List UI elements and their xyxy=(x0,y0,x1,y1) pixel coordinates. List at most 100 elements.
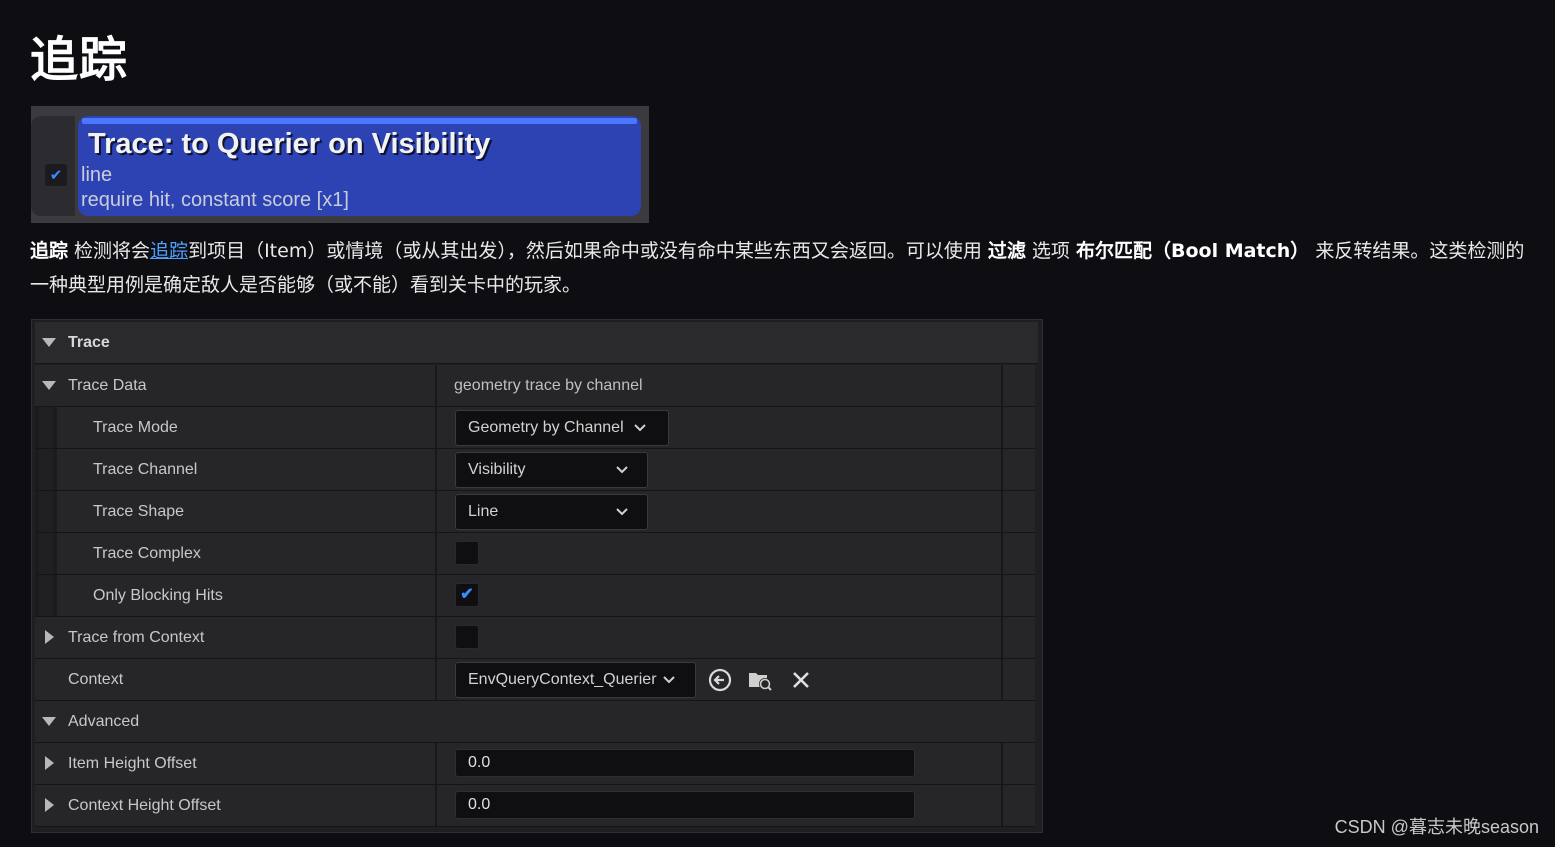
indent-guide-inner xyxy=(39,449,53,490)
expand-arrow-icon[interactable] xyxy=(45,756,54,770)
node-top-bar xyxy=(82,118,637,124)
page: 追踪 ✔ Trace: to Querier on Visibility lin… xyxy=(0,0,1555,847)
column-divider xyxy=(435,533,437,574)
row-trace-mode[interactable]: Trace Mode Geometry by Channel xyxy=(35,407,1035,449)
trace-from-context-label: Trace from Context xyxy=(68,629,205,646)
column-divider xyxy=(1001,617,1003,658)
row-trace-channel[interactable]: Trace Channel Visibility xyxy=(35,449,1035,491)
desc-link-trace[interactable]: 追踪 xyxy=(150,240,188,262)
desc-bold-boolmatch: 布尔匹配（Bool Match） xyxy=(1075,240,1310,262)
column-divider xyxy=(1001,785,1003,826)
column-divider xyxy=(435,659,437,700)
context-height-offset-value: 0.0 xyxy=(468,796,491,813)
desc-text-1: 检测将会 xyxy=(68,240,151,262)
trace-shape-label: Trace Shape xyxy=(93,503,185,520)
node-check-column: ✔ xyxy=(31,116,75,216)
chevron-down-icon xyxy=(616,508,628,516)
row-trace-data[interactable]: Trace Data geometry trace by channel xyxy=(35,365,1035,407)
trace-mode-dropdown[interactable]: Geometry by Channel xyxy=(455,410,669,446)
details-panel: Trace Trace Data geometry trace by chann… xyxy=(31,319,1043,833)
row-trace-complex[interactable]: Trace Complex xyxy=(35,533,1035,575)
trace-mode-label: Trace Mode xyxy=(93,419,178,436)
desc-text-3: 选项 xyxy=(1025,240,1076,262)
column-divider xyxy=(435,785,437,826)
row-only-blocking-hits[interactable]: Only Blocking Hits ✔ xyxy=(35,575,1035,617)
indent-guide-inner xyxy=(39,533,53,574)
folder-search-icon[interactable] xyxy=(747,667,773,693)
column-divider xyxy=(435,575,437,616)
chevron-down-icon xyxy=(616,466,628,474)
expand-arrow-icon[interactable] xyxy=(45,798,54,812)
indent-guide-inner xyxy=(39,491,53,532)
column-divider xyxy=(435,491,437,532)
trace-node-card[interactable]: ✔ Trace: to Querier on Visibility line r… xyxy=(31,106,649,223)
indent-guide-inner xyxy=(39,575,53,616)
column-divider xyxy=(1001,365,1003,406)
trace-mode-value: Geometry by Channel xyxy=(468,419,624,436)
chevron-down-icon xyxy=(634,424,646,432)
page-title: 追踪 xyxy=(30,32,129,88)
column-divider xyxy=(1001,659,1003,700)
trace-complex-checkbox[interactable] xyxy=(455,541,479,565)
desc-text-2: 到项目（Item）或情境（或从其出发），然后如果命中或没有命中某些东西又会返回。… xyxy=(188,240,988,262)
node-title: Trace: to Querier on Visibility xyxy=(88,128,491,160)
column-divider xyxy=(1001,491,1003,532)
trace-data-value: geometry trace by channel xyxy=(454,377,643,394)
indent-guide-inner xyxy=(39,407,53,448)
expand-arrow-icon[interactable] xyxy=(42,717,56,726)
indent-guide xyxy=(35,575,57,616)
trace-complex-label: Trace Complex xyxy=(93,545,201,562)
node-subtitle-line: line xyxy=(81,164,113,186)
chevron-down-icon xyxy=(663,676,675,684)
row-context-height-offset[interactable]: Context Height Offset 0.0 xyxy=(35,785,1035,827)
use-selected-arrow-icon[interactable] xyxy=(707,667,733,693)
context-height-offset-label: Context Height Offset xyxy=(68,797,221,814)
column-divider xyxy=(1001,743,1003,784)
watermark: CSDN @暮志未晚season xyxy=(1334,817,1539,837)
desc-bold-trace: 追踪 xyxy=(30,240,69,262)
trace-data-label: Trace Data xyxy=(68,377,147,394)
row-item-height-offset[interactable]: Item Height Offset 0.0 xyxy=(35,743,1035,785)
context-height-offset-input[interactable]: 0.0 xyxy=(455,791,915,819)
node-body[interactable]: Trace: to Querier on Visibility line req… xyxy=(78,116,641,216)
section-trace[interactable]: Trace xyxy=(35,322,1038,364)
column-divider xyxy=(435,449,437,490)
row-context[interactable]: Context EnvQueryContext_Querier xyxy=(35,659,1035,701)
node-enabled-checkbox[interactable]: ✔ xyxy=(45,164,67,186)
context-value: EnvQueryContext_Querier xyxy=(468,671,657,688)
row-trace-shape[interactable]: Trace Shape Line xyxy=(35,491,1035,533)
column-divider xyxy=(1001,407,1003,448)
expand-arrow-icon[interactable] xyxy=(42,381,56,390)
indent-guide xyxy=(35,407,57,448)
expand-arrow-icon[interactable] xyxy=(42,338,56,347)
trace-from-context-checkbox[interactable] xyxy=(455,625,479,649)
only-blocking-hits-label: Only Blocking Hits xyxy=(93,587,223,604)
column-divider xyxy=(1001,533,1003,574)
section-trace-label: Trace xyxy=(68,334,110,351)
context-dropdown[interactable]: EnvQueryContext_Querier xyxy=(455,662,696,698)
item-height-offset-input[interactable]: 0.0 xyxy=(455,749,915,777)
only-blocking-hits-checkbox[interactable]: ✔ xyxy=(455,583,479,607)
indent-guide xyxy=(35,533,57,574)
node-subtitle-score: require hit, constant score [x1] xyxy=(81,189,349,211)
column-divider xyxy=(435,407,437,448)
column-divider xyxy=(435,617,437,658)
trace-channel-value: Visibility xyxy=(468,461,526,478)
desc-bold-filter: 过滤 xyxy=(987,240,1026,262)
expand-arrow-icon[interactable] xyxy=(45,630,54,644)
section-advanced[interactable]: Advanced xyxy=(35,701,1035,743)
item-height-offset-label: Item Height Offset xyxy=(68,755,197,772)
trace-channel-dropdown[interactable]: Visibility xyxy=(455,452,648,488)
trace-channel-label: Trace Channel xyxy=(93,461,198,478)
trace-shape-dropdown[interactable]: Line xyxy=(455,494,648,530)
context-label: Context xyxy=(68,671,124,688)
description-paragraph: 追踪 检测将会追踪到项目（Item）或情境（或从其出发），然后如果命中或没有命中… xyxy=(30,234,1535,302)
column-divider xyxy=(435,365,437,406)
column-divider xyxy=(1001,575,1003,616)
close-icon[interactable] xyxy=(788,667,814,693)
indent-guide xyxy=(35,449,57,490)
column-divider xyxy=(435,743,437,784)
column-divider xyxy=(1001,449,1003,490)
indent-guide xyxy=(35,491,57,532)
row-trace-from-context[interactable]: Trace from Context xyxy=(35,617,1035,659)
